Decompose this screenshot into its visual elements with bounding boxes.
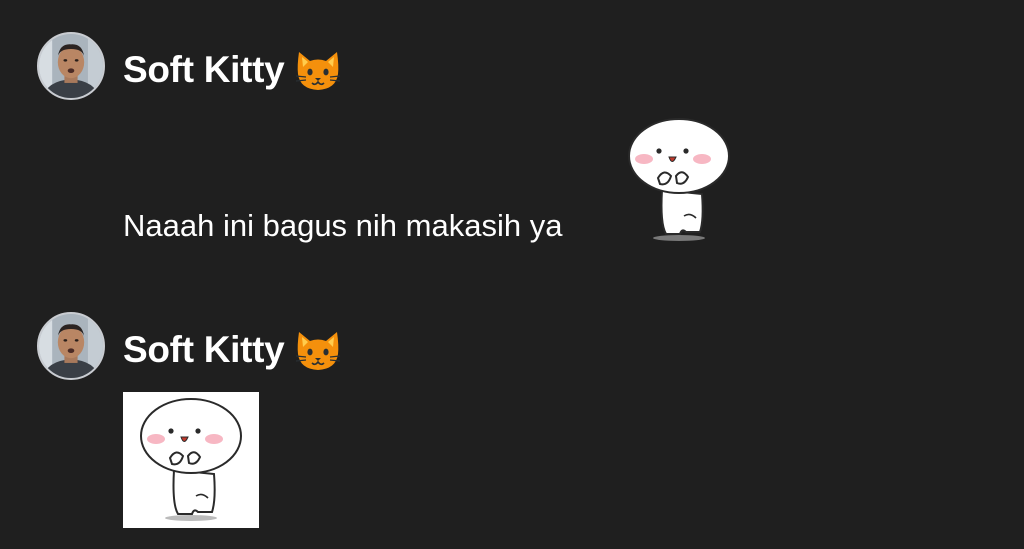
sticker-message[interactable]	[123, 392, 259, 528]
chat-message: Soft Kitty Naaah ini bagus nih makasih y…	[0, 0, 1024, 300]
message-header: Soft Kitty	[123, 328, 342, 372]
cat-face-icon	[294, 328, 342, 372]
avatar[interactable]	[37, 312, 105, 380]
avatar[interactable]	[37, 32, 105, 100]
cat-face-icon	[294, 48, 342, 92]
user-avatar-image	[39, 34, 103, 98]
white-blob-sticker-icon	[140, 398, 242, 522]
username[interactable]: Soft Kitty	[123, 48, 285, 92]
white-blob-sticker-icon[interactable]	[624, 116, 734, 244]
message-header: Soft Kitty	[123, 48, 342, 92]
message-text: Naaah ini bagus nih makasih ya	[123, 208, 563, 243]
user-avatar-image	[39, 314, 103, 378]
chat-message: Soft Kitty	[0, 300, 1024, 549]
username[interactable]: Soft Kitty	[123, 328, 285, 372]
